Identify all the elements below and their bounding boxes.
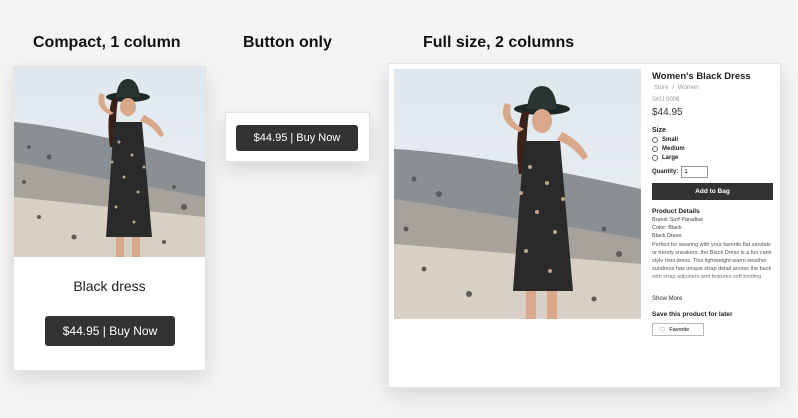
- heart-icon: ♡: [659, 326, 666, 334]
- product-photo[interactable]: [394, 69, 641, 319]
- show-more-link[interactable]: Show More: [652, 296, 774, 302]
- product-title: Women's Black Dress: [652, 71, 751, 82]
- product-brand: Brand: Surf Paradise: [652, 217, 704, 223]
- product-description-wrap: Perfect for wearing with your favorite f…: [652, 242, 774, 289]
- save-for-later-label: Save this product for later: [652, 311, 733, 318]
- button-only-card: $44.95 | Buy Now: [225, 112, 370, 162]
- product-title[interactable]: Black dress: [14, 278, 205, 294]
- product-price: $44.95: [652, 107, 683, 118]
- compact-product-card: Black dress $44.95 | Buy Now: [13, 66, 206, 371]
- size-label: Size: [652, 127, 667, 134]
- heading-compact: Compact, 1 column: [33, 34, 181, 51]
- heading-button-only: Button only: [243, 34, 332, 51]
- breadcrumb: Store / Women: [652, 85, 774, 91]
- radio-icon[interactable]: [652, 146, 658, 152]
- breadcrumb-store-link[interactable]: Store: [654, 85, 668, 91]
- product-color: Color: Black: [652, 225, 682, 231]
- favorite-label: Favorite: [669, 326, 690, 333]
- quantity-input[interactable]: [681, 166, 709, 178]
- product-name-line: Black Dress: [652, 233, 682, 239]
- quantity-label: Quantity:: [652, 169, 679, 175]
- add-to-bag-button[interactable]: Add to Bag: [652, 183, 773, 200]
- product-details-heading: Product Details: [652, 208, 700, 215]
- size-option-label: Large: [662, 155, 679, 161]
- radio-icon[interactable]: [652, 137, 658, 143]
- size-option-label: Small: [662, 137, 679, 143]
- full-product-card: Women's Black Dress Store / Women SKU 0008…: [388, 63, 781, 388]
- size-option-medium[interactable]: Medium: [652, 146, 774, 152]
- heading-full-size: Full size, 2 columns: [423, 34, 575, 51]
- radio-icon[interactable]: [652, 155, 658, 161]
- product-sku: SKU 0008: [652, 97, 680, 103]
- product-photo[interactable]: [14, 67, 205, 257]
- breadcrumb-women-link[interactable]: Women: [678, 85, 699, 91]
- quantity-row: Quantity:: [652, 166, 774, 178]
- buy-now-button[interactable]: $44.95 | Buy Now: [45, 316, 175, 346]
- description-fade: [652, 273, 774, 289]
- size-option-label: Medium: [662, 146, 685, 152]
- size-option-large[interactable]: Large: [652, 155, 774, 161]
- product-info-panel: Women's Black Dress Store / Women SKU 0008…: [652, 71, 774, 336]
- size-option-small[interactable]: Small: [652, 137, 774, 143]
- buy-now-button[interactable]: $44.95 | Buy Now: [236, 125, 358, 151]
- breadcrumb-separator: /: [672, 85, 675, 91]
- favorite-button[interactable]: ♡ Favorite: [652, 323, 704, 336]
